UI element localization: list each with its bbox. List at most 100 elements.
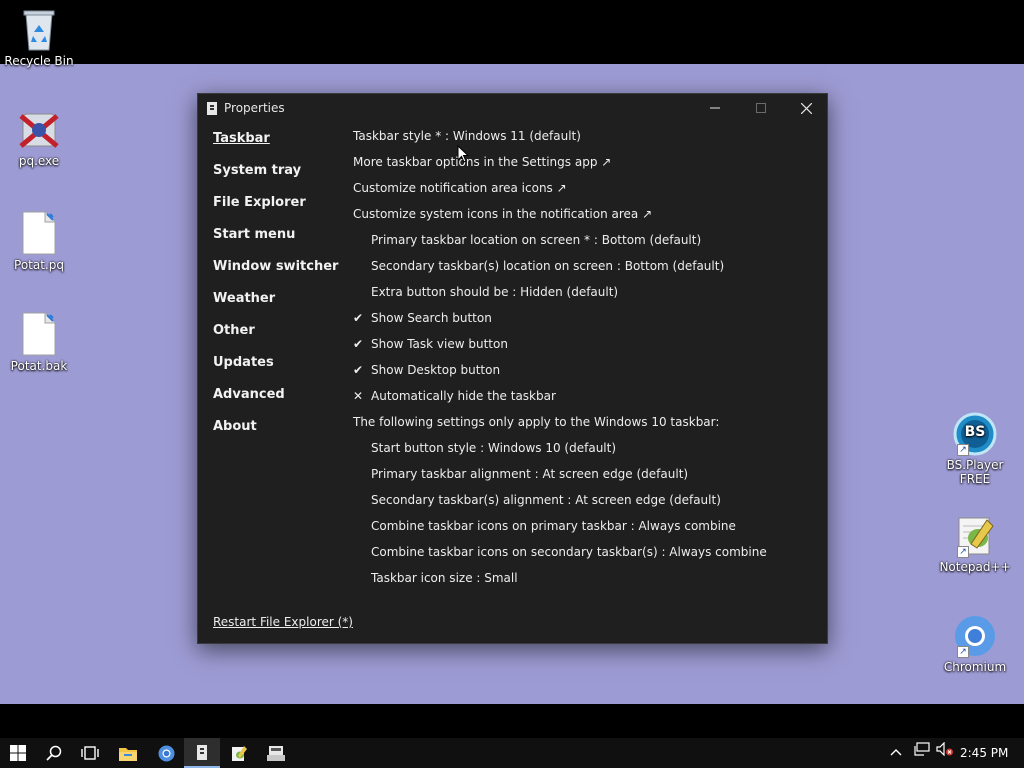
volume-button[interactable] — [936, 738, 954, 768]
minimize-button[interactable] — [692, 94, 738, 122]
setting-row[interactable]: More taskbar options in the Settings app… — [353, 149, 818, 175]
setting-row[interactable]: Customize system icons in the notificati… — [353, 201, 818, 227]
taskbar-app-icon — [267, 745, 285, 761]
desktop-icon-label: Notepad++ — [939, 560, 1011, 574]
setting-label: Combine taskbar icons on secondary taskb… — [371, 545, 767, 559]
task-view-icon — [81, 746, 99, 760]
setting-row[interactable]: Combine taskbar icons on primary taskbar… — [353, 513, 818, 539]
taskbar-app[interactable] — [258, 738, 294, 768]
network-button[interactable] — [914, 738, 930, 768]
taskbar-file-explorer[interactable] — [110, 738, 146, 768]
setting-row[interactable]: ✔ Show Search button — [353, 305, 818, 331]
nav-item-window-switcher[interactable]: Window switcher — [213, 252, 343, 284]
setting-label: Combine taskbar icons on primary taskbar… — [371, 519, 736, 533]
search-button[interactable] — [36, 738, 72, 768]
pq-exe-icon — [19, 113, 59, 148]
nav-item-updates[interactable]: Updates — [213, 348, 343, 380]
setting-row[interactable]: ✔ Show Desktop button — [353, 357, 818, 383]
taskbar-clock[interactable]: 2:45 PM — [960, 738, 1008, 768]
setting-row[interactable]: Taskbar icon size : Small — [353, 565, 818, 591]
taskbar-notepad-plus-plus[interactable] — [221, 738, 257, 768]
desktop-icon-recycle-bin[interactable]: Recycle Bin — [0, 8, 78, 68]
nav-item-file-explorer[interactable]: File Explorer — [213, 188, 343, 220]
task-view-button[interactable] — [72, 738, 108, 768]
maximize-icon — [756, 103, 766, 113]
desktop-icon-chromium[interactable]: ↗ Chromium — [936, 614, 1014, 674]
settings-list: Taskbar style * : Windows 11 (default) Mo… — [353, 123, 818, 591]
bsplayer-icon: BS ↗ — [953, 412, 997, 456]
desktop-icon-pq-exe[interactable]: pq.exe — [0, 108, 78, 168]
network-icon — [914, 742, 930, 756]
setting-label: Primary taskbar alignment : At screen ed… — [371, 467, 689, 481]
setting-label: Show Search button — [371, 311, 492, 325]
setting-label: Extra button should be : Hidden (default… — [371, 285, 619, 299]
nav-item-taskbar[interactable]: Taskbar — [213, 124, 343, 156]
setting-label: Show Desktop button — [371, 363, 501, 377]
setting-label: Show Task view button — [371, 337, 508, 351]
volume-muted-icon — [936, 741, 953, 757]
setting-label: Secondary taskbar(s) location on screen … — [371, 259, 725, 273]
mouse-cursor-icon — [457, 145, 469, 163]
recycle-bin-icon — [23, 10, 55, 51]
desktop-icon-potat-pq[interactable]: Potat.pq — [0, 210, 78, 272]
nav-item-other[interactable]: Other — [213, 316, 343, 348]
desktop-icon-notepad-plus-plus[interactable]: ↗ Notepad++ — [936, 514, 1014, 574]
setting-row[interactable]: Combine taskbar icons on secondary taskb… — [353, 539, 818, 565]
nav-item-about[interactable]: About — [213, 412, 343, 444]
file-explorer-icon — [119, 747, 137, 761]
setting-label: Start button style : Windows 10 (default… — [371, 441, 617, 455]
desktop-icon-potat-bak[interactable]: Potat.bak — [0, 311, 78, 373]
shortcut-arrow-icon: ↗ — [957, 444, 969, 456]
desktop-icon-label: pq.exe — [18, 154, 60, 168]
setting-label: Customize system icons in the notificati… — [353, 207, 653, 221]
restart-file-explorer-link[interactable]: Restart File Explorer (*) — [213, 615, 353, 629]
setting-label: Primary taskbar location on screen * : B… — [371, 233, 702, 247]
setting-row[interactable]: The following settings only apply to the… — [353, 409, 818, 435]
setting-row[interactable]: ✔ Show Task view button — [353, 331, 818, 357]
nav-item-weather[interactable]: Weather — [213, 284, 343, 316]
file-icon — [22, 211, 56, 255]
taskbar-chromium[interactable] — [148, 738, 184, 768]
bsplayer-badge: BS — [964, 424, 986, 440]
nav-item-advanced[interactable]: Advanced — [213, 380, 343, 412]
setting-row[interactable]: ✕ Automatically hide the taskbar — [353, 383, 818, 409]
chromium-icon: ↗ — [953, 614, 997, 658]
setting-label: Secondary taskbar(s) alignment : At scre… — [371, 493, 721, 507]
setting-row[interactable]: Primary taskbar alignment : At screen ed… — [353, 461, 818, 487]
window-title: Properties — [224, 101, 285, 115]
window-titlebar[interactable]: Properties — [198, 94, 827, 122]
nav-item-start-menu[interactable]: Start menu — [213, 220, 343, 252]
setting-row[interactable]: Secondary taskbar(s) alignment : At scre… — [353, 487, 818, 513]
setting-row[interactable]: Taskbar style * : Windows 11 (default) — [353, 123, 818, 149]
start-button[interactable] — [0, 738, 36, 768]
desktop-icon-label: BS.Player FREE — [946, 458, 1004, 486]
tray-overflow-button[interactable] — [890, 738, 902, 768]
close-button[interactable] — [783, 94, 829, 122]
shortcut-arrow-icon: ↗ — [957, 546, 969, 558]
maximize-button[interactable] — [738, 94, 784, 122]
taskbar-properties[interactable] — [184, 738, 220, 768]
setting-label: The following settings only apply to the… — [353, 415, 720, 429]
setting-row[interactable]: Primary taskbar location on screen * : B… — [353, 227, 818, 253]
properties-window: Properties Taskbar System tray File Explor… — [197, 93, 828, 644]
setting-row[interactable]: Customize notification area icons ↗ — [353, 175, 818, 201]
setting-label: Customize notification area icons ↗ — [353, 181, 567, 195]
setting-label: Taskbar icon size : Small — [371, 571, 518, 585]
desktop-icon-bsplayer[interactable]: BS ↗ BS.Player FREE — [936, 412, 1014, 486]
shortcut-arrow-icon: ↗ — [957, 646, 969, 658]
setting-row[interactable]: Extra button should be : Hidden (default… — [353, 279, 818, 305]
setting-row[interactable]: Secondary taskbar(s) location on screen … — [353, 253, 818, 279]
properties-nav: Taskbar System tray File Explorer Start men… — [213, 124, 343, 444]
checkmark-icon: ✔ — [353, 311, 364, 325]
taskbar: 2:45 PM — [0, 738, 1024, 768]
setting-row[interactable]: Start button style : Windows 10 (default… — [353, 435, 818, 461]
desktop-icon-label: Recycle Bin — [4, 54, 74, 68]
checkmark-icon: ✔ — [353, 363, 364, 377]
notepad-plus-plus-icon — [231, 745, 247, 761]
close-icon — [800, 102, 812, 114]
chromium-icon — [158, 745, 174, 761]
search-icon — [46, 745, 62, 761]
properties-app-icon — [207, 101, 217, 115]
nav-item-system-tray[interactable]: System tray — [213, 156, 343, 188]
chevron-up-icon — [890, 749, 902, 756]
